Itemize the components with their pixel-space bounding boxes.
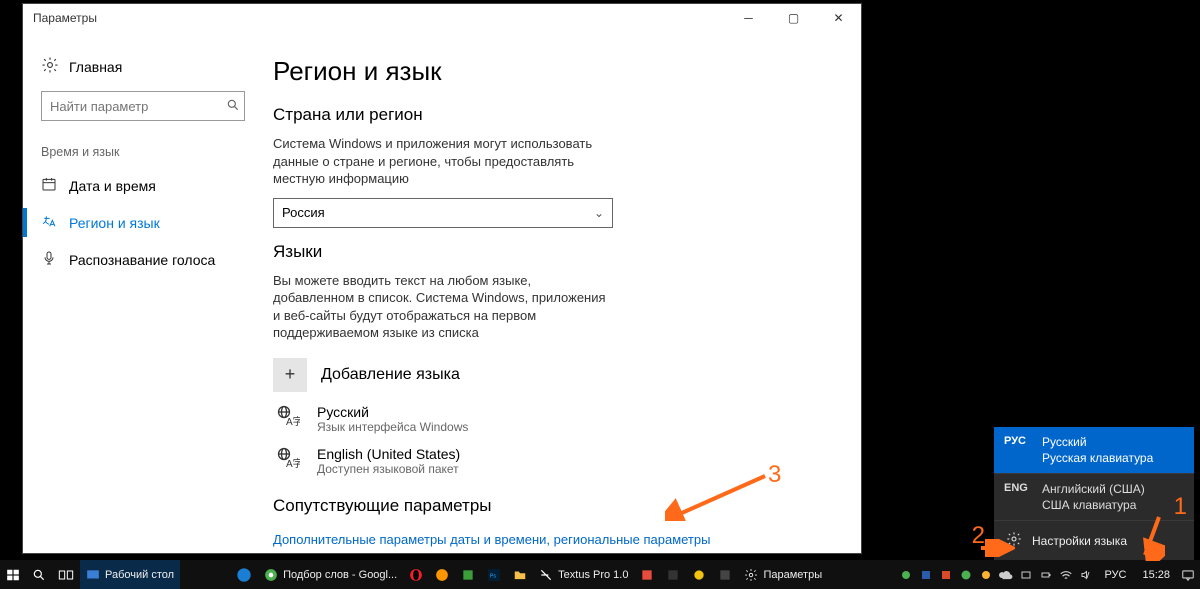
section-region-title: Страна или регион bbox=[273, 105, 837, 125]
microphone-icon bbox=[41, 250, 57, 269]
globe-language-icon bbox=[41, 213, 57, 232]
language-name: English (United States) bbox=[317, 446, 460, 462]
tray-icon[interactable] bbox=[1018, 567, 1034, 583]
window-controls: ─ ▢ ✕ bbox=[726, 4, 861, 32]
home-label: Главная bbox=[69, 59, 122, 75]
nav-label: Дата и время bbox=[69, 178, 156, 194]
window-title: Параметры bbox=[33, 11, 97, 25]
calendar-icon bbox=[41, 176, 57, 195]
app-icon[interactable] bbox=[634, 560, 660, 589]
taskbar-textuspro[interactable]: Textus Pro 1.0 bbox=[533, 560, 634, 589]
taskbar-label: Рабочий стол bbox=[105, 569, 174, 581]
taskbar-label: Подбор слов - Googl... bbox=[283, 569, 397, 581]
annotation-number-1: 1 bbox=[1174, 493, 1187, 521]
section-region-desc: Система Windows и приложения могут испол… bbox=[273, 135, 613, 188]
add-language-button[interactable]: + Добавление языка bbox=[273, 352, 837, 398]
nav-region-language[interactable]: Регион и язык bbox=[23, 204, 263, 241]
settings-search[interactable] bbox=[41, 91, 245, 121]
section-languages-desc: Вы можете вводить текст на любом языке, … bbox=[273, 272, 613, 342]
search-icon bbox=[226, 98, 240, 115]
close-button[interactable]: ✕ bbox=[816, 4, 861, 32]
window-titlebar: Параметры ─ ▢ ✕ bbox=[23, 4, 861, 32]
home-nav[interactable]: Главная bbox=[23, 50, 263, 91]
gear-icon bbox=[41, 56, 59, 77]
taskbar: Рабочий стол Подбор слов - Googl... Ps T… bbox=[0, 560, 1200, 589]
page-title: Регион и язык bbox=[273, 56, 837, 87]
power-icon[interactable] bbox=[1038, 567, 1054, 583]
language-name: Русский bbox=[317, 404, 468, 420]
region-select[interactable]: Россия ⌄ bbox=[273, 198, 613, 228]
taskbar-desktop[interactable]: Рабочий стол bbox=[80, 560, 180, 589]
search-icon[interactable] bbox=[26, 560, 52, 589]
lang-sub: Русская клавиатура bbox=[1042, 451, 1153, 465]
explorer-icon[interactable] bbox=[507, 560, 533, 589]
lang-name: Английский (США) bbox=[1042, 482, 1145, 496]
photoshop-icon[interactable]: Ps bbox=[481, 560, 507, 589]
annotation-arrow-2 bbox=[979, 539, 1015, 557]
language-text: Русский Язык интерфейса Windows bbox=[317, 404, 468, 434]
wifi-icon[interactable] bbox=[1058, 567, 1074, 583]
language-glyph-icon: A字 bbox=[273, 404, 303, 433]
taskbar-chrome[interactable]: Подбор слов - Googl... bbox=[258, 560, 403, 589]
svg-text:Ps: Ps bbox=[490, 573, 497, 579]
task-view-icon[interactable] bbox=[52, 560, 80, 589]
settings-sidebar: Главная Время и язык Дата и время Реги bbox=[23, 32, 263, 553]
nav-label: Распознавание голоса bbox=[69, 252, 215, 268]
tray-icon[interactable] bbox=[978, 567, 994, 583]
taskbar-settings[interactable]: Параметры bbox=[738, 560, 828, 589]
nav-label: Регион и язык bbox=[69, 215, 160, 231]
edge-icon[interactable] bbox=[230, 560, 258, 589]
nav-group-label: Время и язык bbox=[23, 139, 263, 167]
language-item[interactable]: A字 Русский Язык интерфейса Windows bbox=[273, 398, 837, 440]
nav-date-time[interactable]: Дата и время bbox=[23, 167, 263, 204]
chevron-down-icon: ⌄ bbox=[594, 206, 604, 220]
tray-icon[interactable] bbox=[958, 567, 974, 583]
svg-text:A字: A字 bbox=[286, 415, 300, 428]
tray-icon[interactable] bbox=[938, 567, 954, 583]
plus-icon: + bbox=[273, 358, 307, 392]
language-text: English (United States) Доступен языково… bbox=[317, 446, 460, 476]
nav-speech[interactable]: Распознавание голоса bbox=[23, 241, 263, 278]
tray-icon[interactable] bbox=[898, 567, 914, 583]
section-languages-title: Языки bbox=[273, 242, 837, 262]
start-button[interactable] bbox=[0, 560, 26, 589]
taskbar-label: Параметры bbox=[763, 569, 822, 581]
maximize-button[interactable]: ▢ bbox=[771, 4, 816, 32]
search-input[interactable] bbox=[50, 99, 226, 114]
taskbar-label: Textus Pro 1.0 bbox=[558, 569, 628, 581]
app-icon[interactable] bbox=[686, 560, 712, 589]
firefox-icon[interactable] bbox=[429, 560, 455, 589]
minimize-button[interactable]: ─ bbox=[726, 4, 771, 32]
lang-sub: США клавиатура bbox=[1042, 498, 1145, 512]
volume-icon[interactable] bbox=[1078, 567, 1094, 583]
lang-name: Русский bbox=[1042, 435, 1153, 449]
annotation-arrow-3 bbox=[665, 471, 775, 521]
app-icon[interactable] bbox=[712, 560, 738, 589]
lang-code: РУС bbox=[1004, 435, 1032, 447]
language-sub: Язык интерфейса Windows bbox=[317, 420, 468, 434]
opera-icon[interactable] bbox=[403, 560, 429, 589]
language-glyph-icon: A字 bbox=[273, 446, 303, 475]
annotation-arrow-1 bbox=[1137, 513, 1165, 561]
language-sub: Доступен языковой пакет bbox=[317, 462, 460, 476]
svg-text:A字: A字 bbox=[286, 457, 300, 470]
system-tray: РУС 15:28 bbox=[898, 560, 1200, 589]
app-icon[interactable] bbox=[455, 560, 481, 589]
language-indicator[interactable]: РУС bbox=[1098, 569, 1132, 581]
add-language-label: Добавление языка bbox=[321, 366, 460, 384]
onedrive-icon[interactable] bbox=[998, 567, 1014, 583]
app-icon[interactable] bbox=[660, 560, 686, 589]
lang-settings-label: Настройки языка bbox=[1032, 534, 1127, 548]
lang-code: ENG bbox=[1004, 482, 1032, 494]
clock[interactable]: 15:28 bbox=[1136, 569, 1176, 581]
lang-option-rus[interactable]: РУС Русский Русская клавиатура bbox=[994, 427, 1194, 474]
region-value: Россия bbox=[282, 205, 325, 220]
tray-icon[interactable] bbox=[918, 567, 934, 583]
related-settings-link[interactable]: Дополнительные параметры даты и времени,… bbox=[273, 532, 710, 547]
action-center-icon[interactable] bbox=[1180, 567, 1196, 583]
